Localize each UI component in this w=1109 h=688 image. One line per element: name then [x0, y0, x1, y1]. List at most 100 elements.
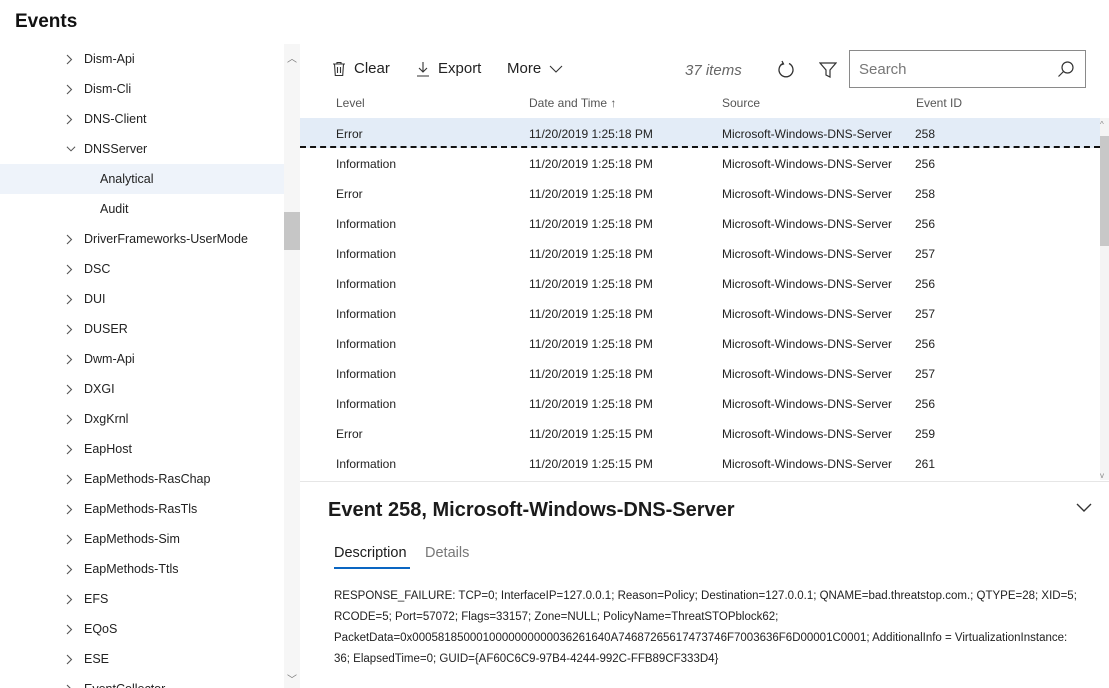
- tree-item-label: DxgKrnl: [84, 412, 129, 426]
- tree-item-label: DNSServer: [84, 142, 148, 156]
- chevron-right-icon[interactable]: [66, 293, 76, 305]
- tree-item[interactable]: Dism-Api: [0, 44, 284, 74]
- chevron-down-icon[interactable]: [1074, 500, 1094, 516]
- chevron-right-icon[interactable]: [66, 263, 76, 275]
- cell-level: Information: [336, 277, 397, 291]
- cell-datetime: 11/20/2019 1:25:18 PM: [529, 337, 653, 351]
- tab-details[interactable]: Details: [425, 545, 469, 561]
- tree-item[interactable]: Audit: [0, 194, 284, 224]
- table-row[interactable]: Error 11/20/2019 1:25:18 PM Microsoft-Wind…: [300, 118, 1100, 148]
- chevron-right-icon[interactable]: [66, 623, 76, 635]
- table-row[interactable]: Information 11/20/2019 1:25:18 PM Microsof…: [300, 328, 1100, 358]
- grid-scroll-down-icon[interactable]: v: [1100, 471, 1104, 480]
- tree-scrollbar[interactable]: ︿ ﹀: [284, 44, 300, 688]
- clear-button[interactable]: Clear: [332, 60, 390, 77]
- pane-divider[interactable]: [300, 481, 1109, 482]
- tab-description[interactable]: Description: [334, 545, 407, 561]
- description-line: PacketData=0x000581850001000000000003626…: [334, 632, 1068, 644]
- cell-event-id: 256: [915, 337, 936, 351]
- chevron-right-icon[interactable]: [66, 533, 76, 545]
- scroll-up-icon[interactable]: ︿: [287, 50, 297, 65]
- column-header-event-id[interactable]: Event ID: [916, 96, 962, 110]
- column-header-source[interactable]: Source: [722, 96, 760, 110]
- search-icon[interactable]: [1057, 60, 1075, 78]
- table-row[interactable]: Information 11/20/2019 1:25:18 PM Microsof…: [300, 238, 1100, 268]
- table-row[interactable]: Information 11/20/2019 1:25:18 PM Microsof…: [300, 148, 1100, 178]
- tree-item[interactable]: Analytical: [0, 164, 284, 194]
- chevron-right-icon[interactable]: [66, 413, 76, 425]
- search-box[interactable]: [849, 50, 1086, 88]
- cell-source: Microsoft-Windows-DNS-Server: [722, 127, 893, 141]
- column-header-level[interactable]: Level: [336, 96, 365, 110]
- grid-scroll-up-icon[interactable]: ^: [1100, 120, 1104, 129]
- chevron-down-icon[interactable]: [66, 143, 76, 155]
- table-row[interactable]: Error 11/20/2019 1:25:18 PM Microsoft-Wind…: [300, 178, 1100, 208]
- chevron-right-icon[interactable]: [66, 443, 76, 455]
- table-row[interactable]: Error 11/20/2019 1:25:15 PM Microsoft-Wind…: [300, 418, 1100, 448]
- tree-item[interactable]: DUI: [0, 284, 284, 314]
- page-title: Events: [15, 11, 78, 32]
- table-row[interactable]: Information 11/20/2019 1:25:18 PM Microsof…: [300, 298, 1100, 328]
- tree-item-label: Dwm-Api: [84, 352, 135, 366]
- export-button[interactable]: Export: [416, 60, 481, 77]
- scroll-down-icon[interactable]: ﹀: [287, 671, 297, 686]
- tree-item-label: EQoS: [84, 622, 118, 636]
- table-row[interactable]: Information 11/20/2019 1:25:18 PM Microsof…: [300, 268, 1100, 298]
- tree-scroll-thumb[interactable]: [284, 212, 300, 250]
- cell-source: Microsoft-Windows-DNS-Server: [722, 457, 893, 471]
- refresh-button[interactable]: [774, 58, 798, 82]
- chevron-right-icon[interactable]: [66, 593, 76, 605]
- grid-scroll-thumb[interactable]: [1100, 136, 1109, 246]
- tree-item[interactable]: DNSServer: [0, 134, 284, 164]
- tree-item-label: EapMethods-Ttls: [84, 562, 179, 576]
- chevron-right-icon[interactable]: [66, 473, 76, 485]
- cell-event-id: 257: [915, 367, 936, 381]
- tree-item[interactable]: EapHost: [0, 434, 284, 464]
- refresh-icon: [778, 60, 794, 78]
- tree-item[interactable]: DXGI: [0, 374, 284, 404]
- table-row[interactable]: Information 11/20/2019 1:25:18 PM Microsof…: [300, 358, 1100, 388]
- chevron-right-icon[interactable]: [66, 53, 76, 65]
- cell-event-id: 256: [915, 277, 936, 291]
- table-row[interactable]: Information 11/20/2019 1:25:18 PM Microsof…: [300, 388, 1100, 418]
- cell-event-id: 257: [915, 307, 936, 321]
- chevron-right-icon[interactable]: [66, 653, 76, 665]
- tree-item[interactable]: Dism-Cli: [0, 74, 284, 104]
- tree-item[interactable]: EapMethods-Sim: [0, 524, 284, 554]
- tree-item[interactable]: EapMethods-Ttls: [0, 554, 284, 584]
- tree-item[interactable]: ESE: [0, 644, 284, 674]
- sort-ascending-icon: ↑: [610, 96, 617, 110]
- table-row[interactable]: Information 11/20/2019 1:25:15 PM Microsof…: [300, 448, 1100, 478]
- tree-item[interactable]: Dwm-Api: [0, 344, 284, 374]
- tree-item-label: EapMethods-RasChap: [84, 472, 211, 486]
- grid-scrollbar[interactable]: ^ v: [1100, 118, 1109, 480]
- chevron-right-icon[interactable]: [66, 323, 76, 335]
- chevron-right-icon[interactable]: [66, 113, 76, 125]
- clear-label: Clear: [354, 60, 390, 77]
- chevron-right-icon[interactable]: [66, 233, 76, 245]
- filter-button[interactable]: [816, 58, 840, 82]
- more-button[interactable]: More: [507, 60, 563, 77]
- chevron-right-icon[interactable]: [66, 383, 76, 395]
- tree-item[interactable]: DSC: [0, 254, 284, 284]
- table-row[interactable]: Information 11/20/2019 1:25:18 PM Microsof…: [300, 208, 1100, 238]
- tree-item[interactable]: EapMethods-RasChap: [0, 464, 284, 494]
- search-input[interactable]: [850, 60, 1040, 78]
- description-line: RCODE=5; Port=57072; Flags=33157; Zone=N…: [334, 611, 779, 623]
- tree-item[interactable]: DriverFrameworks-UserMode: [0, 224, 284, 254]
- tree-item[interactable]: EFS: [0, 584, 284, 614]
- tree-item[interactable]: DNS-Client: [0, 104, 284, 134]
- chevron-right-icon[interactable]: [66, 353, 76, 365]
- tree-item[interactable]: EQoS: [0, 614, 284, 644]
- column-header-date[interactable]: Date and Time ↑: [529, 96, 616, 110]
- tree-item[interactable]: DUSER: [0, 314, 284, 344]
- tree-item[interactable]: DxgKrnl: [0, 404, 284, 434]
- tree-item[interactable]: EventCollector: [0, 674, 284, 688]
- tree-item[interactable]: EapMethods-RasTls: [0, 494, 284, 524]
- chevron-right-icon[interactable]: [66, 563, 76, 575]
- event-description: RESPONSE_FAILURE: TCP=0; InterfaceIP=127…: [334, 586, 1104, 670]
- chevron-right-icon[interactable]: [66, 683, 76, 688]
- chevron-right-icon[interactable]: [66, 83, 76, 95]
- chevron-right-icon[interactable]: [66, 503, 76, 515]
- trash-icon: [333, 61, 345, 76]
